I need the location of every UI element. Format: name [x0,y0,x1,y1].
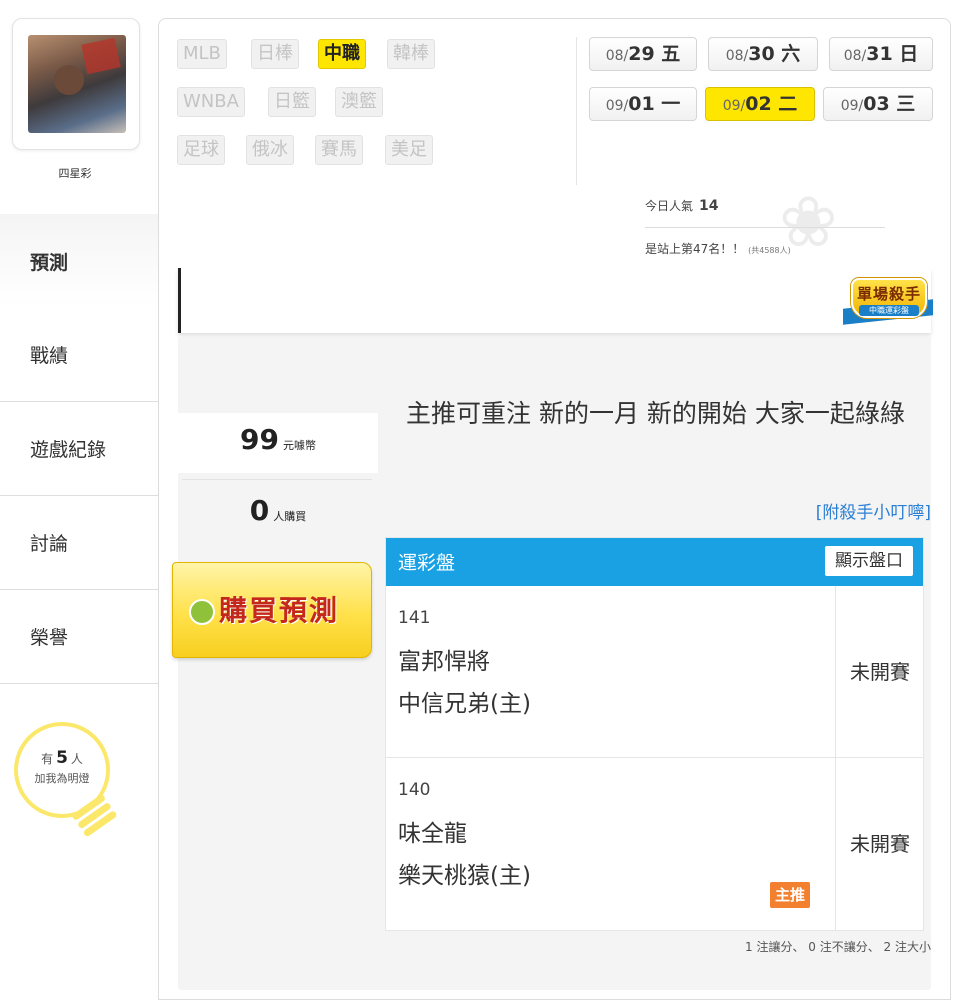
bulb-count: 5 [56,748,68,768]
show-odds-button[interactable]: 顯示盤口 [825,546,913,576]
avatar[interactable] [28,35,126,133]
date-button-0830[interactable]: 08/30 六 [708,37,818,71]
nav-tab-discussion[interactable]: 討論 [0,496,158,590]
nav-tab-prediction[interactable]: 預測 [0,214,158,308]
sport-tag-mlb[interactable]: MLB [177,39,227,69]
prediction-content: 99 元噱幣 0 人購買 購買預測 主推可重注 新的一月 新的開始 大家一起綠綠 [… [172,337,931,990]
coin-icon [189,599,215,625]
date-button-0829[interactable]: 08/29 五 [589,37,697,71]
nav-tab-game-log[interactable]: 遊戲紀錄 [0,402,158,496]
sport-tag-wnba[interactable]: WNBA [177,87,245,117]
date-button-0831[interactable]: 08/31 日 [829,37,933,71]
site-rank: 是站上第47名！！ (共4588人) [645,242,791,256]
date-button-0901[interactable]: 09/01 一 [589,87,697,121]
away-team: 味全龍 [398,821,467,847]
avatar-frame [12,18,140,150]
single-killer-badge: 單場殺手 中職運彩盤 [835,278,935,328]
featured-pick-badge: 主推 [770,882,811,908]
table-title: 運彩盤 [398,552,456,574]
date-button-0903[interactable]: 09/03 三 [823,87,933,121]
date-button-0902[interactable]: 09/02 二 [705,87,815,121]
nav-tab-honors[interactable]: 榮譽 [0,590,158,684]
coin-price: 99 元噱幣 [178,413,378,473]
stats-divider [182,479,372,480]
game-number: 140 [398,780,431,800]
bulb-suffix: 人 [70,752,83,766]
nav-tab-record[interactable]: 戰績 [0,308,158,402]
popularity-divider [645,227,885,228]
game-number: 141 [398,608,431,628]
sport-tag-horse-racing[interactable]: 賽馬 [315,135,363,165]
header-divider [576,37,577,185]
sport-tag-au-basketball[interactable]: 澳籃 [335,87,383,117]
game-status: 未開賽 [850,832,910,856]
table-header: 運彩盤 顯示盤口 [386,538,923,586]
prediction-headline: 主推可重注 新的一月 新的開始 大家一起綠綠 [406,399,905,428]
username[interactable]: 四星彩 [0,165,150,181]
sport-tag-soccer[interactable]: 足球 [177,135,225,165]
bulb-prefix: 有 [41,752,54,766]
main-panel: MLB 日棒 中職 韓棒 WNBA 日籃 澳籃 足球 俄冰 賽馬 美足 08/2… [158,18,951,1000]
buyer-count: 0 人購買 [249,494,307,527]
sport-tag-jp-basketball[interactable]: 日籃 [268,87,316,117]
buy-prediction-button[interactable]: 購買預測 [172,562,372,658]
game-row: 141 富邦悍將 中信兄弟(主) 未開賽 [386,586,923,758]
sport-tag-cpbl[interactable]: 中職 [318,39,366,69]
bulb-caption: 加我為明燈 [34,772,90,785]
sport-tag-npb[interactable]: 日棒 [251,39,299,69]
bet-summary: 1 注讓分、 0 注不讓分、 2 注大小 [745,940,931,954]
sport-tag-ice-hockey[interactable]: 俄冰 [246,135,294,165]
home-team: 中信兄弟(主) [398,691,531,717]
sport-tag-kbo[interactable]: 韓棒 [387,39,435,69]
lottery-odds-table: 運彩盤 顯示盤口 141 富邦悍將 中信兄弟(主) 未開賽 140 味全龍 樂天… [385,537,924,931]
game-status: 未開賽 [850,660,910,684]
profile-sidebar: 四星彩 預測 戰績 遊戲紀錄 討論 榮譽 有5人 加我為明燈 [0,0,158,1000]
away-team: 富邦悍將 [398,649,490,675]
prediction-header: 單場殺手 中職運彩盤 [178,268,933,333]
game-row: 140 味全龍 樂天桃猿(主) 主推 未開賽 [386,758,923,930]
popularity-today: 今日人氣 14 [645,198,719,214]
killer-tips-link[interactable]: [附殺手小叮嚀] [816,498,931,523]
decorative-swirl-icon: ❀ [779,181,838,263]
sport-tag-american-football[interactable]: 美足 [385,135,433,165]
